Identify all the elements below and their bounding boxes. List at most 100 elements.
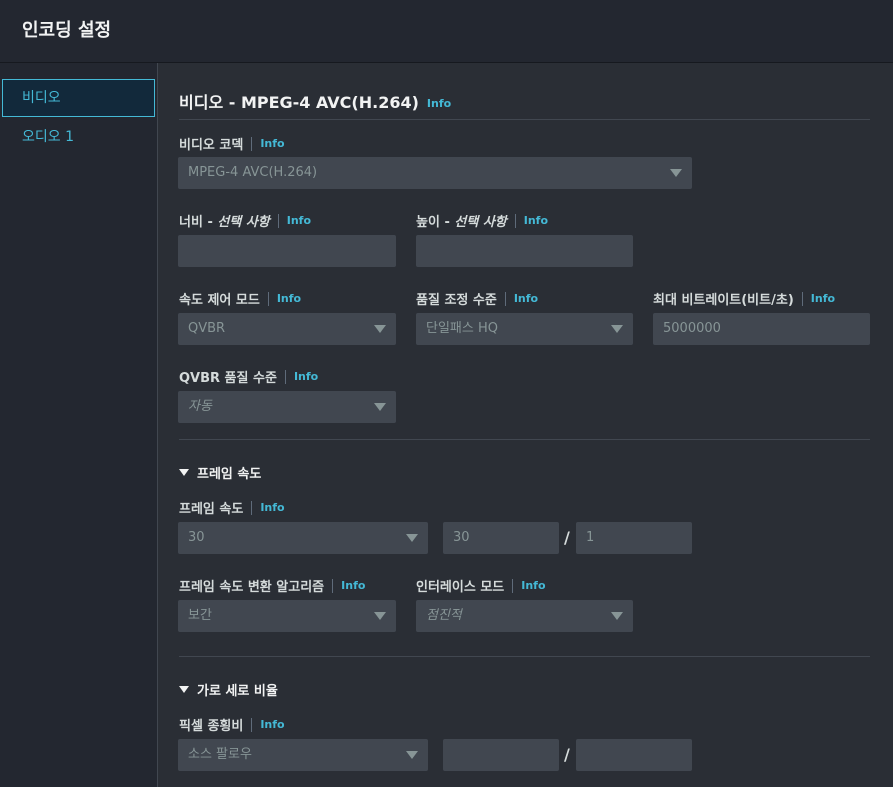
height-label: 높이 - 선택 사항 <box>416 215 507 230</box>
divider <box>179 119 870 120</box>
video-section-header: 비디오 - MPEG-4 AVC(H.264) Info <box>179 89 451 113</box>
framerate-label: 프레임 속도 <box>179 502 244 517</box>
chevron-down-icon <box>670 169 682 177</box>
sidebar: 비디오 오디오 1 <box>0 63 158 787</box>
sidebar-item-label: 오디오 1 <box>22 129 74 145</box>
framerate-section-title: 프레임 속도 <box>197 467 262 482</box>
par-label-row: 픽셀 종횡비 Info <box>179 715 285 734</box>
interlace-label: 인터레이스 모드 <box>416 580 505 595</box>
qvbr-quality-select[interactable]: 자동 <box>178 391 396 423</box>
ratio-slash: / <box>564 745 570 764</box>
framerate-label-row: 프레임 속도 Info <box>179 498 285 517</box>
separator <box>277 213 279 228</box>
ratio-slash: / <box>564 528 570 547</box>
par-info-link[interactable]: Info <box>260 718 284 731</box>
video-section-title: 비디오 - MPEG-4 AVC(H.264) <box>179 93 419 112</box>
chevron-down-icon <box>406 751 418 759</box>
max-bitrate-label-row: 최대 비트레이트(비트/초) Info <box>653 289 835 308</box>
width-label-row: 너비 - 선택 사항 Info <box>179 211 311 230</box>
separator <box>332 578 334 593</box>
rate-control-label-row: 속도 제어 모드 Info <box>179 289 301 308</box>
sidebar-item-label: 비디오 <box>22 90 61 106</box>
separator <box>267 291 269 306</box>
framerate-info-link[interactable]: Info <box>260 501 284 514</box>
quality-tuning-label: 품질 조정 수준 <box>416 293 497 308</box>
max-bitrate-label: 최대 비트레이트(비트/초) <box>653 293 794 308</box>
qvbr-quality-info-link[interactable]: Info <box>294 370 318 383</box>
framerate-expander[interactable]: 프레임 속도 <box>179 463 261 482</box>
conversion-label-row: 프레임 속도 변환 알고리즘 Info <box>179 576 365 595</box>
chevron-down-icon <box>374 403 386 411</box>
height-info-link[interactable]: Info <box>524 214 548 227</box>
separator <box>801 291 803 306</box>
rate-control-info-link[interactable]: Info <box>277 292 301 305</box>
width-info-link[interactable]: Info <box>287 214 311 227</box>
rate-control-select[interactable]: QVBR <box>178 313 396 345</box>
conversion-value: 보간 <box>188 608 212 623</box>
par-value: 소스 팔로우 <box>188 747 252 762</box>
conversion-label: 프레임 속도 변환 알고리즘 <box>179 580 325 595</box>
divider <box>179 439 870 440</box>
video-codec-select[interactable]: MPEG-4 AVC(H.264) <box>178 157 692 189</box>
height-label-row: 높이 - 선택 사항 Info <box>416 211 548 230</box>
rate-control-label: 속도 제어 모드 <box>179 293 260 308</box>
video-codec-value: MPEG-4 AVC(H.264) <box>188 165 318 180</box>
interlace-info-link[interactable]: Info <box>521 579 545 592</box>
framerate-select[interactable]: 30 <box>178 522 428 554</box>
conversion-info-link[interactable]: Info <box>341 579 365 592</box>
qvbr-quality-label: QVBR 품질 수준 <box>179 371 277 386</box>
page-header: 인코딩 설정 <box>0 0 893 63</box>
separator <box>251 500 253 515</box>
video-codec-info-link[interactable]: Info <box>260 137 284 150</box>
qvbr-quality-value: 자동 <box>188 399 212 414</box>
width-label: 너비 - 선택 사항 <box>179 215 270 230</box>
par-denominator-input[interactable] <box>576 739 692 771</box>
chevron-down-icon <box>374 612 386 620</box>
separator <box>514 213 516 228</box>
par-select[interactable]: 소스 팔로우 <box>178 739 428 771</box>
chevron-down-icon <box>406 534 418 542</box>
framerate-value: 30 <box>188 530 205 545</box>
chevron-down-icon <box>611 325 623 333</box>
separator <box>251 717 253 732</box>
separator <box>251 136 253 151</box>
video-codec-label: 비디오 코덱 <box>179 138 244 153</box>
page-title: 인코딩 설정 <box>22 20 112 41</box>
main-content: 비디오 - MPEG-4 AVC(H.264) Info 비디오 코덱 Info… <box>158 63 893 787</box>
rate-control-value: QVBR <box>188 321 226 336</box>
height-input[interactable] <box>416 235 633 267</box>
separator <box>284 369 286 384</box>
width-input[interactable] <box>178 235 396 267</box>
conversion-select[interactable]: 보간 <box>178 600 396 632</box>
framerate-numerator-value: 30 <box>453 530 470 545</box>
interlace-select[interactable]: 점진적 <box>416 600 633 632</box>
framerate-denominator-input[interactable]: 1 <box>576 522 692 554</box>
interlace-label-row: 인터레이스 모드 Info <box>416 576 546 595</box>
par-label: 픽셀 종횡비 <box>179 719 244 734</box>
chevron-down-icon <box>611 612 623 620</box>
aspect-expander[interactable]: 가로 세로 비율 <box>179 680 278 699</box>
quality-tuning-info-link[interactable]: Info <box>514 292 538 305</box>
separator <box>512 578 514 593</box>
interlace-value: 점진적 <box>426 608 462 623</box>
quality-tuning-label-row: 품질 조정 수준 Info <box>416 289 538 308</box>
par-numerator-input[interactable] <box>443 739 559 771</box>
chevron-down-icon <box>374 325 386 333</box>
max-bitrate-info-link[interactable]: Info <box>811 292 835 305</box>
framerate-numerator-input[interactable]: 30 <box>443 522 559 554</box>
sidebar-item-audio-1[interactable]: 오디오 1 <box>2 118 155 156</box>
video-section-info-link[interactable]: Info <box>427 97 451 110</box>
max-bitrate-placeholder: 5000000 <box>663 321 721 336</box>
quality-tuning-select[interactable]: 단일패스 HQ <box>416 313 633 345</box>
quality-tuning-value: 단일패스 HQ <box>426 321 498 336</box>
divider <box>179 656 870 657</box>
framerate-denominator-value: 1 <box>586 530 595 545</box>
separator <box>504 291 506 306</box>
aspect-section-title: 가로 세로 비율 <box>197 684 278 699</box>
caret-down-icon <box>179 469 189 476</box>
caret-down-icon <box>179 686 189 693</box>
video-codec-label-row: 비디오 코덱 Info <box>179 134 285 153</box>
max-bitrate-input[interactable]: 5000000 <box>653 313 870 345</box>
sidebar-item-video[interactable]: 비디오 <box>2 79 155 117</box>
qvbr-quality-label-row: QVBR 품질 수준 Info <box>179 367 318 386</box>
